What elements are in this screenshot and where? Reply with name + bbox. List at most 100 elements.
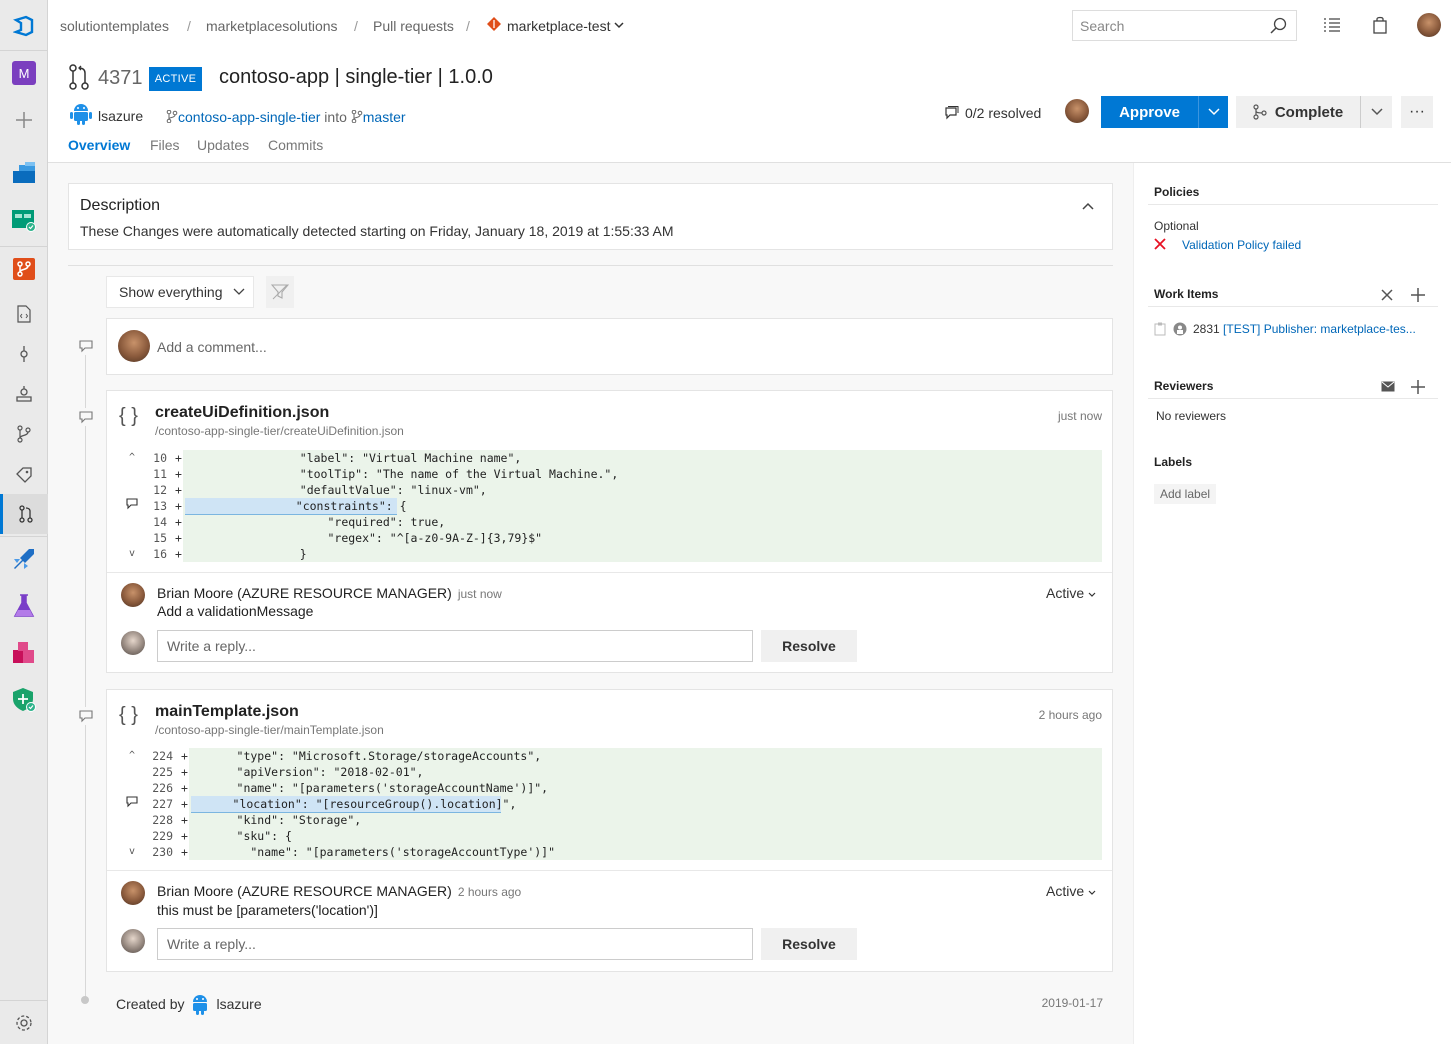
chevron-down-icon bbox=[233, 288, 244, 295]
reply-avatar bbox=[121, 929, 145, 953]
files-icon[interactable] bbox=[0, 294, 48, 334]
resolve-button[interactable]: Resolve bbox=[761, 630, 857, 662]
breadcrumb-org[interactable]: solutiontemplates bbox=[60, 18, 169, 34]
org-letter: M bbox=[12, 61, 36, 85]
description-card: Description These Changes were automatic… bbox=[68, 183, 1113, 250]
branch-info: contoso-app-single-tier into master bbox=[166, 109, 406, 125]
breadcrumb-separator: / bbox=[466, 18, 470, 34]
more-actions-button[interactable]: ··· bbox=[1401, 96, 1433, 128]
security-icon[interactable] bbox=[0, 680, 48, 720]
branches-icon[interactable] bbox=[0, 414, 48, 454]
created-by-author[interactable]: lsazure bbox=[216, 996, 261, 1012]
chevron-down-icon bbox=[1088, 890, 1096, 895]
reviewers-heading: Reviewers bbox=[1154, 379, 1214, 393]
complete-button[interactable]: Complete bbox=[1236, 96, 1392, 128]
filter-dropdown[interactable]: Show everything bbox=[106, 276, 254, 308]
reviewer-avatar[interactable] bbox=[1065, 99, 1089, 123]
complete-label: Complete bbox=[1274, 103, 1344, 121]
pr-author[interactable]: lsazure bbox=[98, 108, 143, 124]
search-box[interactable] bbox=[1072, 10, 1297, 41]
organization-avatar[interactable]: M bbox=[0, 53, 48, 93]
thread-status-dropdown[interactable]: Active bbox=[1046, 585, 1096, 601]
approve-label[interactable]: Approve bbox=[1101, 96, 1198, 128]
azure-devops-logo-icon[interactable] bbox=[0, 6, 48, 46]
work-items-heading: Work Items bbox=[1154, 287, 1219, 301]
source-branch-link[interactable]: contoso-app-single-tier bbox=[178, 109, 320, 125]
reply-input[interactable] bbox=[158, 631, 738, 661]
boards-icon[interactable] bbox=[0, 200, 48, 240]
diff-snippet: ^ 224 + "type": "Microsoft.Storage/storage… bbox=[117, 748, 1102, 860]
pipelines-icon[interactable] bbox=[0, 539, 48, 579]
user-avatar[interactable] bbox=[1417, 13, 1441, 37]
complete-options-chevron-icon[interactable] bbox=[1360, 96, 1392, 128]
clear-filter-icon[interactable] bbox=[266, 276, 294, 308]
work-item-clipboard-icon bbox=[1152, 321, 1168, 337]
pull-requests-icon[interactable] bbox=[0, 494, 48, 534]
file-path: /contoso-app-single-tier/createUiDefinit… bbox=[155, 424, 404, 438]
comment-time: 2 hours ago bbox=[457, 885, 522, 899]
policy-failed-link[interactable]: Validation Policy failed bbox=[1182, 238, 1301, 252]
add-reviewer-icon[interactable] bbox=[1410, 379, 1426, 395]
tab-overview[interactable]: Overview bbox=[68, 137, 130, 153]
work-item-row[interactable]: 2831 [TEST] Publisher: marketplace-tes..… bbox=[1193, 322, 1416, 336]
chevron-down-icon bbox=[1088, 592, 1096, 597]
resolve-button[interactable]: Resolve bbox=[761, 928, 857, 960]
artifacts-icon[interactable] bbox=[0, 633, 48, 673]
pull-request-header: 4371 ACTIVE contoso-app | single-tier | … bbox=[48, 52, 1451, 163]
activity-timeline bbox=[85, 339, 86, 999]
json-file-icon: { } bbox=[119, 405, 138, 427]
settings-gear-icon[interactable] bbox=[0, 1003, 48, 1043]
pushes-icon[interactable] bbox=[0, 374, 48, 414]
email-icon[interactable] bbox=[1380, 378, 1396, 394]
no-reviewers-text: No reviewers bbox=[1156, 409, 1227, 423]
pull-request-icon bbox=[68, 64, 90, 93]
search-icon[interactable] bbox=[1270, 17, 1288, 38]
add-comment-box[interactable] bbox=[106, 318, 1113, 375]
details-sidebar: Policies Optional Validation Policy fail… bbox=[1133, 163, 1451, 1044]
file-name[interactable]: createUiDefinition.json bbox=[155, 404, 329, 422]
policies-heading: Policies bbox=[1154, 185, 1200, 199]
approve-options-chevron-icon[interactable] bbox=[1198, 96, 1228, 128]
tab-files[interactable]: Files bbox=[150, 137, 180, 153]
target-branch-link[interactable]: master bbox=[363, 109, 406, 125]
file-name[interactable]: mainTemplate.json bbox=[155, 703, 299, 721]
resolved-counter[interactable]: 0/2 resolved bbox=[945, 105, 1041, 121]
add-comment-input[interactable] bbox=[157, 331, 1057, 363]
created-by: Created by lsazure bbox=[116, 993, 262, 1015]
close-icon[interactable] bbox=[1379, 287, 1395, 303]
overview-icon[interactable] bbox=[0, 153, 48, 193]
new-item-icon[interactable] bbox=[0, 100, 48, 140]
chevron-up-icon[interactable] bbox=[1082, 198, 1094, 213]
reply-input[interactable] bbox=[158, 929, 738, 959]
shopping-bag-icon[interactable] bbox=[1369, 14, 1391, 36]
breadcrumb-pull-requests[interactable]: Pull requests bbox=[373, 18, 454, 34]
breadcrumb-project[interactable]: marketplacesolutions bbox=[206, 18, 338, 34]
reply-box[interactable] bbox=[157, 630, 753, 662]
add-label-button[interactable]: Add label bbox=[1154, 484, 1217, 504]
reply-box[interactable] bbox=[157, 928, 753, 960]
tab-updates[interactable]: Updates bbox=[197, 137, 249, 153]
work-item-title[interactable]: [TEST] Publisher: marketplace-tes... bbox=[1223, 322, 1416, 336]
repos-icon[interactable] bbox=[0, 249, 48, 289]
add-work-item-icon[interactable] bbox=[1410, 287, 1426, 303]
merge-icon bbox=[1253, 104, 1267, 120]
created-date: 2019-01-17 bbox=[1041, 996, 1103, 1010]
search-input[interactable] bbox=[1073, 11, 1263, 40]
diff-snippet: ^ 10 + "label": "Virtual Machine name", 11… bbox=[117, 450, 1102, 562]
tags-icon[interactable] bbox=[0, 454, 48, 494]
error-x-icon bbox=[1152, 236, 1168, 252]
json-file-icon: { } bbox=[119, 704, 138, 726]
description-text: These Changes were automatically detecte… bbox=[80, 223, 674, 239]
comment-author: Brian Moore (AZURE RESOURCE MANAGER) 2 ho… bbox=[157, 883, 522, 899]
breadcrumb-repo[interactable]: marketplace-test bbox=[507, 18, 610, 34]
timeline-end-dot bbox=[81, 996, 89, 1004]
test-plans-icon[interactable] bbox=[0, 586, 48, 626]
approve-button[interactable]: Approve bbox=[1101, 96, 1228, 128]
thread-status-dropdown[interactable]: Active bbox=[1046, 883, 1096, 899]
tab-commits[interactable]: Commits bbox=[268, 137, 323, 153]
commits-icon[interactable] bbox=[0, 334, 48, 374]
status-badge: ACTIVE bbox=[149, 67, 202, 91]
chevron-down-icon[interactable] bbox=[614, 18, 624, 33]
comment-icon bbox=[945, 106, 959, 120]
task-list-icon[interactable] bbox=[1321, 14, 1343, 36]
